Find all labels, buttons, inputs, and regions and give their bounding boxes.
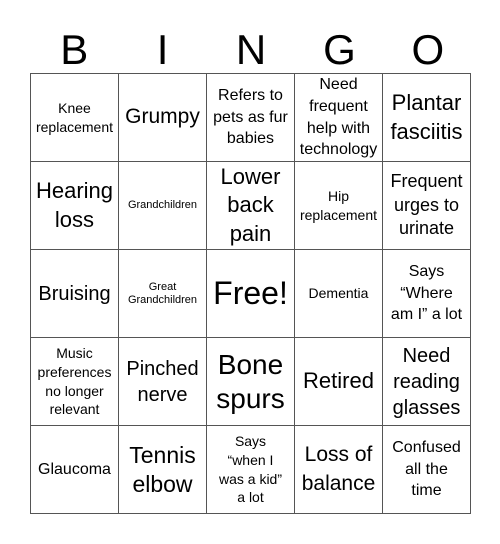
bingo-cell[interactable]: Grandchildren [119, 162, 207, 250]
bingo-cell[interactable]: Knee replacement [31, 74, 119, 162]
cell-text: Retired [303, 368, 374, 394]
cell-text: Bruising [38, 282, 111, 305]
cell-text: Great Grandchildren [127, 280, 198, 306]
cell-text: Confused all the time [392, 439, 461, 500]
bingo-cell[interactable]: Confused all the time [383, 426, 471, 514]
bingo-cell[interactable]: Says “Where am I” a lot [383, 250, 471, 338]
bingo-cell[interactable]: Need reading glasses [383, 338, 471, 426]
bingo-cell[interactable]: Music preferences no longer relevant [31, 338, 119, 426]
cell-text: Glaucoma [38, 460, 111, 478]
bingo-grid: Knee replacement Grumpy Refers to pets a… [30, 73, 471, 514]
cell-text: Grandchildren [127, 199, 198, 212]
bingo-cell[interactable]: Tennis elbow [119, 426, 207, 514]
cell-text: Bone spurs [216, 348, 285, 414]
cell-text: Hip replacement [299, 187, 378, 223]
cell-text: Knee replacement [35, 99, 114, 135]
bingo-cell[interactable]: Glaucoma [31, 426, 119, 514]
cell-text: Hearing loss [35, 177, 114, 232]
cell-text: Says “when I was a kid” a lot [218, 432, 283, 506]
header-letter-b: B [60, 26, 89, 73]
cell-text: Tennis elbow [129, 441, 196, 497]
cell-text: Lower back pain [220, 163, 281, 246]
bingo-cell[interactable]: Bruising [31, 250, 119, 338]
cell-text: Frequent urges to urinate [390, 171, 463, 239]
bingo-cell[interactable]: Hip replacement [295, 162, 383, 250]
free-space[interactable]: Free! [207, 250, 295, 338]
bingo-cell[interactable]: Hearing loss [31, 162, 119, 250]
bingo-cell[interactable]: Pinched nerve [119, 338, 207, 426]
cell-text: Says “Where am I” a lot [390, 263, 463, 324]
cell-text: Need frequent help with technology [299, 76, 378, 159]
bingo-cell[interactable]: Lower back pain [207, 162, 295, 250]
cell-text: Free! [213, 274, 288, 311]
bingo-header: B I N G O [30, 27, 472, 73]
cell-text: Dementia [308, 285, 369, 302]
header-letter-g: G [323, 26, 356, 73]
bingo-cell[interactable]: Loss of balance [295, 426, 383, 514]
cell-text: Need reading glasses [392, 344, 461, 419]
header-letter-o: O [411, 26, 445, 73]
bingo-cell[interactable]: Refers to pets as fur babies [207, 74, 295, 162]
cell-text: Refers to pets as fur babies [213, 87, 288, 148]
bingo-cell[interactable]: Great Grandchildren [119, 250, 207, 338]
bingo-cell[interactable]: Frequent urges to urinate [383, 162, 471, 250]
bingo-cell[interactable]: Retired [295, 338, 383, 426]
header-letter-n: N [235, 26, 267, 73]
cell-text: Pinched nerve [126, 357, 199, 406]
bingo-cell[interactable]: Plantar fasciitis [383, 74, 471, 162]
cell-text: Plantar fasciitis [390, 89, 463, 144]
bingo-cell[interactable]: Grumpy [119, 74, 207, 162]
bingo-cell[interactable]: Bone spurs [207, 338, 295, 426]
cell-text: Music preferences no longer relevant [37, 344, 112, 418]
cell-text: Grumpy [125, 105, 200, 129]
header-letter-i: I [156, 26, 169, 73]
bingo-cell[interactable]: Dementia [295, 250, 383, 338]
cell-text: Loss of balance [301, 443, 376, 495]
bingo-cell[interactable]: Need frequent help with technology [295, 74, 383, 162]
bingo-cell[interactable]: Says “when I was a kid” a lot [207, 426, 295, 514]
